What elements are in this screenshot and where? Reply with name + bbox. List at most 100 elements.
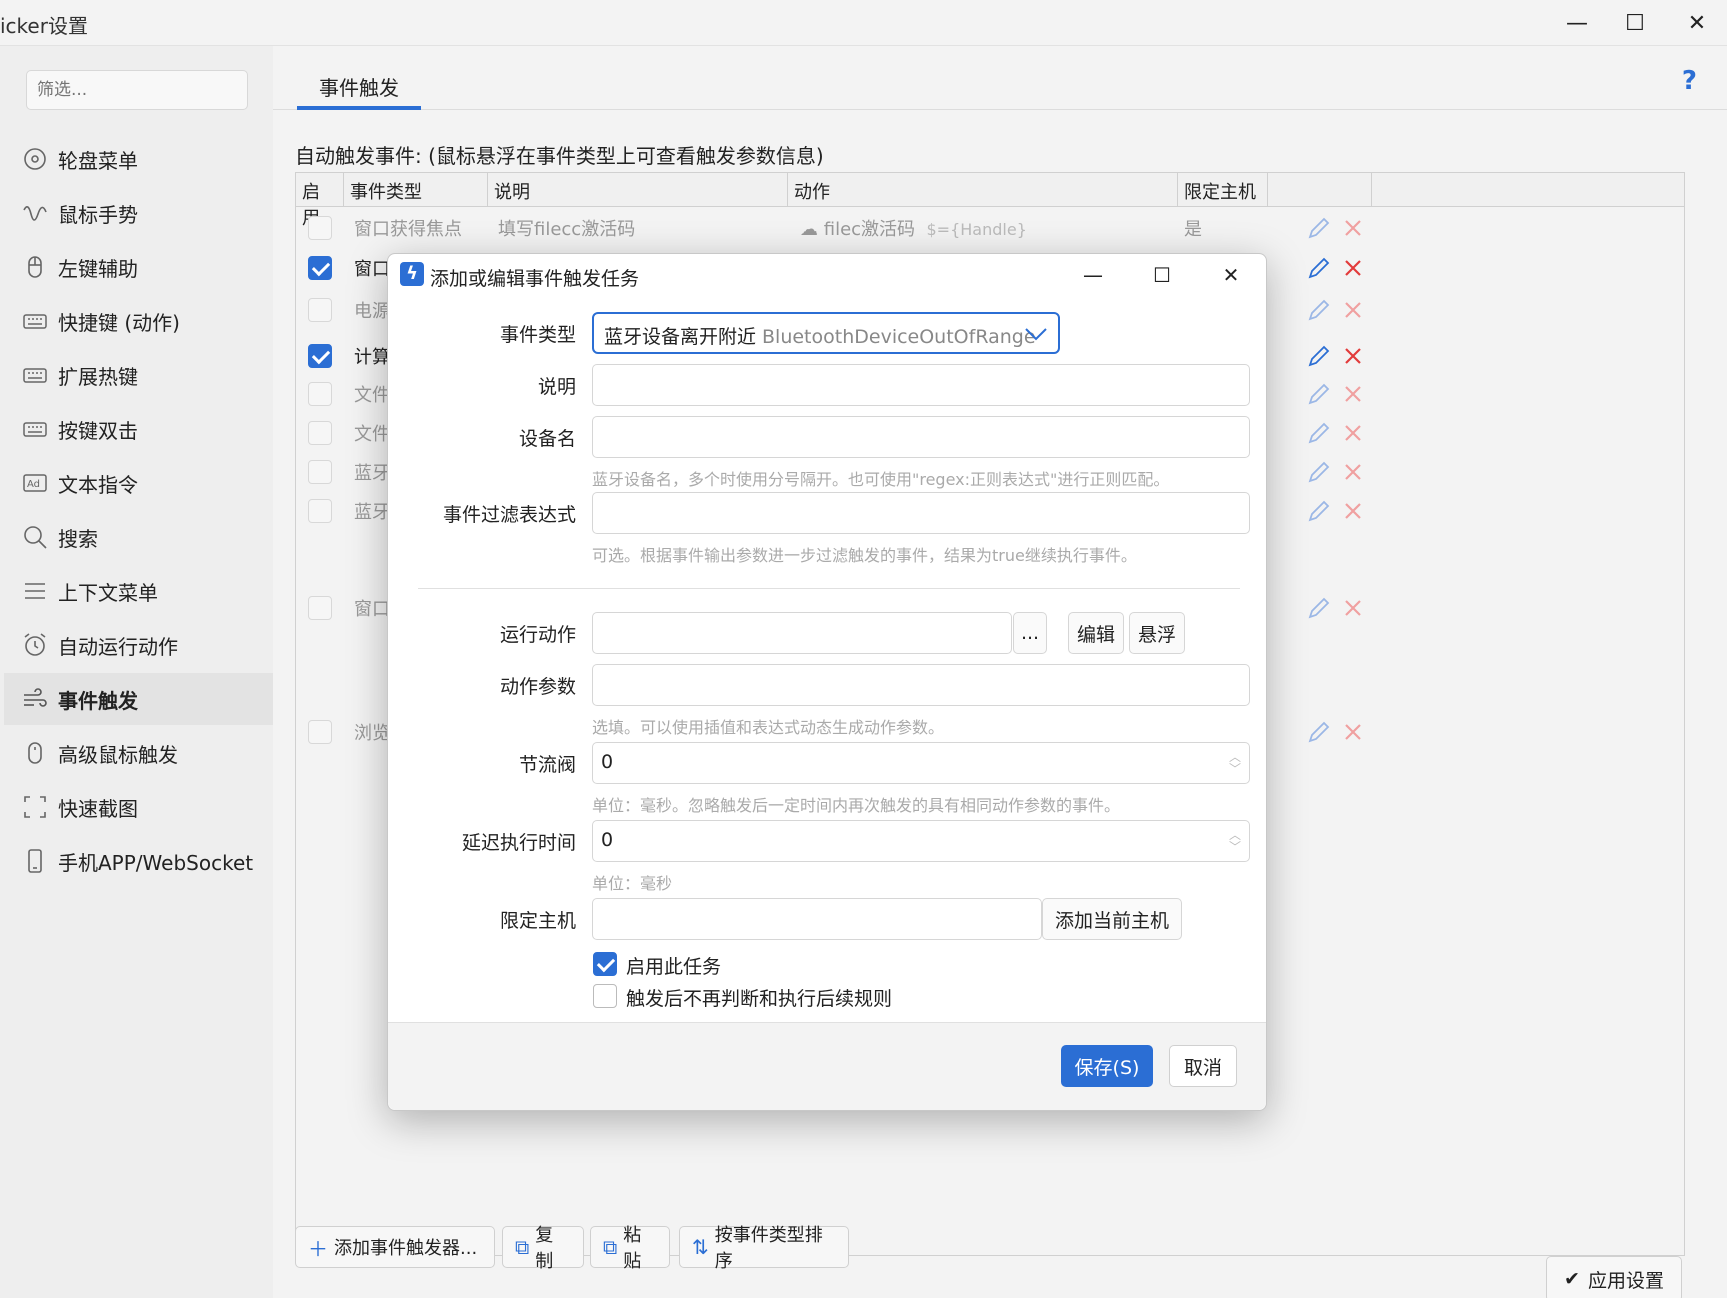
edit-icon[interactable] (1306, 420, 1332, 446)
add-trigger-button[interactable]: ＋添加事件触发器... (295, 1226, 495, 1268)
minimize-button[interactable]: — (1548, 0, 1606, 46)
run-action-field[interactable] (592, 612, 1012, 654)
row-enable-checkbox[interactable] (308, 344, 332, 368)
row-enable-checkbox[interactable] (308, 256, 332, 280)
dialog-close-button[interactable]: ✕ (1198, 254, 1264, 296)
dialog-minimize-button[interactable]: — (1060, 254, 1126, 296)
copy-button[interactable]: ⧉ 复制 (502, 1225, 584, 1272)
stop-after-checkbox[interactable] (593, 984, 617, 1008)
alarm-icon (20, 632, 50, 658)
row-type: 文件 (354, 385, 390, 406)
spinner-icon: ︿ ﹀ (1228, 828, 1241, 854)
filter-expr-label: 事件过滤表达式 (442, 504, 576, 526)
save-button[interactable]: 保存(S) (1061, 1045, 1153, 1087)
edit-icon[interactable] (1306, 255, 1332, 281)
edit-icon[interactable] (1306, 459, 1332, 485)
column-header[interactable]: 启用 (296, 173, 344, 229)
delete-icon[interactable] (1342, 597, 1364, 619)
edit-icon[interactable] (1306, 215, 1332, 241)
device-name-field[interactable] (592, 416, 1250, 458)
action-params-hint: 选填。可以使用插值和表达式动态生成动作参数。 (592, 718, 945, 737)
host-field[interactable] (592, 898, 1042, 940)
sidebar-item-text-command[interactable]: Ad 文本指令 (4, 457, 273, 509)
column-header[interactable]: 动作 (788, 173, 1178, 207)
cancel-button[interactable]: 取消 (1169, 1045, 1237, 1087)
table-row[interactable]: 窗口获得焦点 填写filecc激活码 ☁ filec激活码 $={Handle}… (296, 209, 1684, 247)
sidebar-item-label: 按键双击 (58, 418, 138, 443)
filter-expr-field[interactable] (592, 492, 1250, 534)
menu-icon (20, 578, 50, 604)
delete-icon[interactable] (1342, 257, 1364, 279)
row-enable-checkbox[interactable] (308, 216, 332, 240)
enable-task-checkbox[interactable] (593, 952, 617, 976)
row-enable-checkbox[interactable] (308, 382, 332, 406)
action-params-field[interactable] (592, 664, 1250, 706)
column-header[interactable]: 说明 (488, 173, 788, 207)
close-button[interactable]: ✕ (1668, 0, 1726, 46)
row-enable-checkbox[interactable] (308, 421, 332, 445)
edit-action-button[interactable]: 编辑 (1068, 612, 1124, 654)
sidebar-item-mouse-gesture[interactable]: 鼠标手势 (4, 187, 273, 239)
column-header[interactable]: 事件类型 (344, 173, 488, 207)
delete-icon[interactable] (1342, 422, 1364, 444)
sidebar-item-double-key[interactable]: 按键双击 (4, 403, 273, 455)
gesture-icon (20, 200, 50, 226)
delete-icon[interactable] (1342, 299, 1364, 321)
sidebar-item-left-click[interactable]: 左键辅助 (4, 241, 273, 293)
float-action-button[interactable]: 悬浮 (1129, 612, 1185, 654)
sidebar-item-adv-mouse[interactable]: 高级鼠标触发 (4, 727, 273, 779)
sidebar-item-wheel-menu[interactable]: 轮盘菜单 (4, 133, 273, 185)
description-field[interactable] (592, 364, 1250, 406)
throttle-field[interactable]: 0 ︿ ﹀ (592, 742, 1250, 784)
filter-input[interactable] (26, 70, 248, 110)
sidebar-item-event-trigger[interactable]: 事件触发 (4, 673, 273, 725)
edit-icon[interactable] (1306, 719, 1332, 745)
keyboard-icon (20, 362, 50, 388)
delete-icon[interactable] (1342, 721, 1364, 743)
maximize-button[interactable]: ☐ (1606, 0, 1664, 46)
edit-icon[interactable] (1306, 595, 1332, 621)
edit-icon[interactable] (1306, 343, 1332, 369)
sidebar-item-auto-run[interactable]: 自动运行动作 (4, 619, 273, 671)
paste-button[interactable]: ⧉ 粘贴 (590, 1225, 670, 1272)
delete-icon[interactable] (1342, 345, 1364, 367)
help-icon[interactable]: ? (1682, 66, 1697, 96)
sidebar-item-hotkey[interactable]: 快捷键 (动作) (4, 295, 273, 347)
sidebar-item-context-menu[interactable]: 上下文菜单 (4, 565, 273, 617)
close-icon: ✕ (1687, 10, 1707, 36)
keyboard-icon (20, 308, 50, 334)
sidebar-item-search[interactable]: 搜索 (4, 511, 273, 563)
minimize-icon: — (1566, 10, 1588, 36)
tab-event-trigger[interactable]: 事件触发 (297, 70, 421, 110)
table-header: 启用 事件类型 说明 动作 限定主机 (296, 173, 1684, 229)
delete-icon[interactable] (1342, 217, 1364, 239)
row-enable-checkbox[interactable] (308, 596, 332, 620)
window-title: icker设置 (0, 14, 88, 38)
row-enable-checkbox[interactable] (308, 298, 332, 322)
browse-action-button[interactable]: ... (1013, 612, 1047, 654)
row-type: 窗口 (354, 259, 390, 280)
sidebar-item-label: 快速截图 (58, 796, 138, 821)
add-current-host-button[interactable]: 添加当前主机 (1042, 898, 1182, 940)
apply-settings-button[interactable]: ✔ 应用设置 (1546, 1256, 1682, 1298)
row-enable-checkbox[interactable] (308, 460, 332, 484)
event-type-en: BluetoothDeviceOutOfRange (762, 326, 1036, 348)
row-enable-checkbox[interactable] (308, 720, 332, 744)
row-enable-checkbox[interactable] (308, 499, 332, 523)
delete-icon[interactable] (1342, 500, 1364, 522)
sort-button[interactable]: ⇅ 按事件类型排序 (679, 1225, 849, 1272)
edit-icon[interactable] (1306, 381, 1332, 407)
delete-icon[interactable] (1342, 383, 1364, 405)
edit-icon[interactable] (1306, 498, 1332, 524)
delete-icon[interactable] (1342, 461, 1364, 483)
delay-field[interactable]: 0 ︿ ﹀ (592, 820, 1250, 862)
event-type-select[interactable]: 蓝牙设备离开附近 BluetoothDeviceOutOfRange (592, 312, 1060, 354)
edit-icon[interactable] (1306, 297, 1332, 323)
event-type-value: 蓝牙设备离开附近 (604, 326, 757, 348)
column-header[interactable]: 限定主机 (1178, 173, 1268, 207)
sidebar-item-screenshot[interactable]: 快速截图 (4, 781, 273, 833)
sidebar-item-label: 高级鼠标触发 (58, 742, 178, 767)
dialog-maximize-button[interactable]: ☐ (1129, 254, 1195, 296)
sidebar-item-phone-app[interactable]: 手机APP/WebSocket (4, 835, 273, 887)
sidebar-item-ext-hotkey[interactable]: 扩展热键 (4, 349, 273, 401)
